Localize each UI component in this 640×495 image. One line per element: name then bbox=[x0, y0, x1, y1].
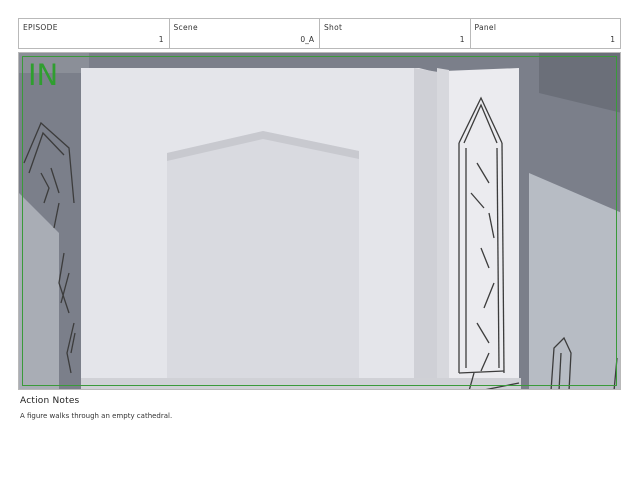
episode-cell: EPISODE 1 bbox=[19, 19, 170, 48]
shot-value[interactable]: 1 bbox=[460, 35, 465, 44]
right-pillar bbox=[444, 68, 519, 389]
floor-shadow bbox=[81, 378, 521, 389]
storyboard-frame[interactable]: IN bbox=[18, 52, 621, 390]
arched-recess bbox=[167, 131, 359, 389]
panel-value[interactable]: 1 bbox=[610, 35, 615, 44]
action-notes-text[interactable]: A figure walks through an empty cathedra… bbox=[20, 412, 172, 420]
episode-label: EPISODE bbox=[23, 23, 58, 32]
scene-value[interactable]: 0_A bbox=[300, 35, 314, 44]
panel-cell: Panel 1 bbox=[471, 19, 621, 48]
panel-header: EPISODE 1 Scene 0_A Shot 1 Panel 1 bbox=[18, 18, 621, 49]
cathedral-drawing bbox=[19, 53, 620, 389]
scene-cell: Scene 0_A bbox=[170, 19, 320, 48]
scene-label: Scene bbox=[173, 23, 198, 32]
shot-label: Shot bbox=[324, 23, 343, 32]
pillar-gap bbox=[437, 68, 449, 389]
action-notes-title: Action Notes bbox=[20, 396, 80, 406]
in-marker: IN bbox=[28, 58, 59, 92]
panel-label: Panel bbox=[474, 23, 497, 32]
episode-value[interactable]: 1 bbox=[159, 35, 164, 44]
shot-cell: Shot 1 bbox=[320, 19, 471, 48]
